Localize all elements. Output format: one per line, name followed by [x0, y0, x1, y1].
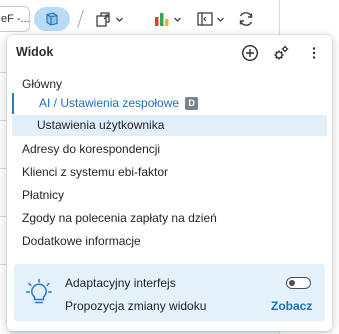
refresh-icon	[239, 12, 253, 26]
adaptive-interface-panel: Adaptacyjny interfejs Propozycja zmiany …	[14, 264, 325, 321]
export-icon	[96, 12, 110, 27]
menu-item-team-settings[interactable]: AI / Ustawienia zespołowe D	[12, 93, 327, 114]
lightbulb-icon	[26, 278, 52, 304]
view-change-proposal-label: Propozycja zmiany widoku	[65, 299, 207, 313]
view-settings-button[interactable]	[271, 43, 291, 63]
chevron-down-icon	[217, 17, 224, 22]
toggle-knob	[288, 279, 295, 286]
menu-item-additional-info[interactable]: Dodatkowe informacje	[22, 234, 141, 248]
layout-button[interactable]	[196, 7, 225, 31]
chevron-down-icon	[116, 17, 123, 22]
dropdown-header: Widok	[7, 35, 332, 71]
menu-item-label: AI / Ustawienia zespołowe	[39, 96, 180, 110]
view-button[interactable]	[34, 7, 70, 31]
chevron-down-icon	[174, 17, 181, 22]
view-dropdown: Widok Główny AI / Ustawienia zespołowe D…	[7, 35, 332, 331]
more-options-button[interactable]	[304, 43, 324, 63]
panel-layout-icon	[197, 12, 213, 26]
menu-item-user-settings[interactable]: Ustawienia użytkownika	[12, 115, 327, 136]
menu-item-payers[interactable]: Płatnicy	[22, 188, 64, 202]
add-view-button[interactable]	[240, 43, 260, 63]
kebab-icon	[312, 47, 316, 59]
group-title: Główny	[22, 77, 63, 91]
export-button[interactable]	[95, 7, 124, 31]
tab-stub-label: eF -...	[1, 13, 30, 25]
dropdown-title: Widok	[16, 45, 54, 59]
bar-chart-icon	[155, 13, 169, 26]
adaptive-interface-toggle[interactable]	[286, 277, 311, 289]
menu-item-ebi-faktor-clients[interactable]: Klienci z systemu ebi-faktor	[22, 165, 168, 179]
see-proposal-link[interactable]: Zobacz	[271, 299, 312, 313]
menu-item-label: Ustawienia użytkownika	[37, 118, 165, 132]
menu-item-addresses[interactable]: Adresy do korespondencji	[22, 142, 160, 156]
default-badge: D	[185, 97, 199, 110]
adaptive-interface-label: Adaptacyjny interfejs	[65, 276, 176, 290]
toolbar-separator	[77, 10, 84, 28]
layers-icon	[46, 12, 58, 26]
plus-circle-icon	[241, 44, 259, 62]
gears-icon	[274, 45, 289, 60]
refresh-button[interactable]	[236, 7, 256, 31]
tab-stub[interactable]: eF -...	[0, 6, 30, 32]
chart-button[interactable]	[153, 7, 182, 31]
menu-item-direct-debit-consents[interactable]: Zgody na polecenia zapłaty na dzień	[22, 211, 217, 225]
